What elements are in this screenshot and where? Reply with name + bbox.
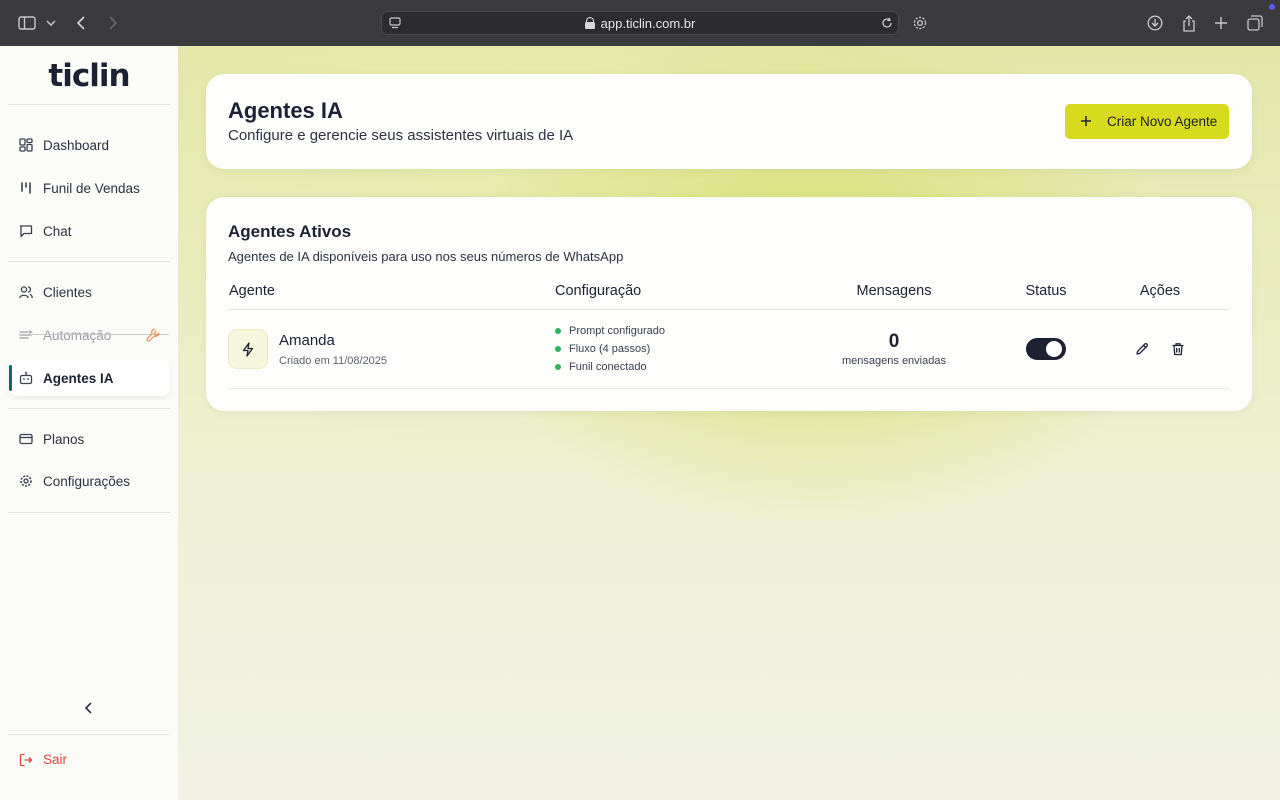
- page-title: Agentes IA: [228, 98, 343, 123]
- collapse-sidebar-icon[interactable]: [79, 698, 99, 718]
- divider: [8, 261, 170, 262]
- bot-icon: [19, 371, 33, 385]
- logo[interactable]: ticlin: [0, 56, 178, 96]
- status-dot: [555, 328, 561, 334]
- sidebar-toggle-icon[interactable]: [16, 0, 38, 46]
- config-label: Funil conectado: [569, 361, 647, 373]
- column-header-acoes: Ações: [1139, 283, 1181, 299]
- sidebar-item-label: Automação: [43, 327, 112, 343]
- sidebar-item-label: Dashboard: [43, 137, 110, 153]
- divider: [8, 104, 170, 105]
- sidebar: ticlin Dashboard Funil de Vendas Chat Cl…: [0, 46, 178, 800]
- config-item: Funil conectado: [555, 361, 647, 373]
- forward-icon[interactable]: [105, 0, 121, 46]
- trash-icon[interactable]: [1171, 342, 1185, 356]
- back-icon[interactable]: [73, 0, 89, 46]
- sidebar-item-label: Funil de Vendas: [43, 180, 140, 196]
- plus-icon: [1081, 116, 1091, 126]
- wrench-icon: [146, 328, 160, 342]
- address-bar[interactable]: app.ticlin.com.br: [381, 11, 899, 35]
- browser-toolbar: app.ticlin.com.br: [0, 0, 1280, 46]
- sidebar-item-label: Configurações: [43, 473, 131, 489]
- lock-icon: [584, 17, 595, 29]
- column-header-status: Status: [1025, 283, 1067, 299]
- config-item: Fluxo (4 passos): [555, 343, 650, 355]
- create-agent-label: Criar Novo Agente: [1107, 114, 1218, 129]
- section-title: Agentes Ativos: [228, 222, 352, 241]
- notification-dot: [1269, 4, 1275, 10]
- section-subtitle: Agentes de IA disponíveis para uso nos s…: [228, 249, 624, 264]
- sidebar-item-label: Agentes IA: [43, 370, 114, 386]
- sidebar-item-label: Chat: [43, 223, 72, 239]
- page-header-card: Agentes IA Configure e gerencie seus ass…: [206, 74, 1252, 169]
- new-tab-icon[interactable]: [1212, 0, 1230, 46]
- users-icon: [19, 286, 33, 299]
- chevron-down-icon[interactable]: [45, 0, 57, 46]
- logout-button[interactable]: Sair: [9, 742, 170, 778]
- sidebar-item-automacao: Automação: [9, 317, 170, 353]
- url-display: app.ticlin.com.br: [382, 12, 898, 34]
- status-dot: [555, 346, 561, 352]
- credit-card-icon: [19, 433, 33, 445]
- config-item: Prompt configurado: [555, 325, 665, 337]
- config-label: Fluxo (4 passos): [569, 343, 651, 355]
- settings-icon: [20, 475, 32, 487]
- sidebar-item-configuracoes[interactable]: Configurações: [9, 463, 170, 499]
- messages-count: 0: [888, 331, 900, 352]
- messages-label: mensagens enviadas: [842, 355, 946, 367]
- agents-card: Agentes Ativos Agentes de IA disponíveis…: [206, 197, 1252, 411]
- main-content: Agentes IA Configure e gerencie seus ass…: [178, 46, 1280, 800]
- sidebar-item-chat[interactable]: Chat: [9, 213, 170, 249]
- automation-icon: [19, 329, 33, 339]
- toggle-knob: [1046, 341, 1062, 357]
- kanban-icon: [21, 182, 31, 194]
- sidebar-item-dashboard[interactable]: Dashboard: [9, 127, 170, 163]
- table-row-divider: [228, 388, 1229, 389]
- edit-icon[interactable]: [1135, 342, 1149, 356]
- column-header-mensagens: Mensagens: [856, 283, 932, 299]
- agent-created-date: Criado em 11/08/2025: [279, 355, 388, 367]
- divider: [8, 408, 170, 409]
- sidebar-item-label: Planos: [43, 431, 85, 447]
- status-dot: [555, 364, 561, 370]
- divider: [8, 512, 170, 513]
- table-header-divider: [228, 309, 1229, 310]
- share-icon[interactable]: [1179, 0, 1199, 46]
- column-header-agente: Agente: [229, 283, 275, 299]
- sidebar-item-agentes-ia[interactable]: Agentes IA: [9, 360, 170, 396]
- download-icon[interactable]: [1145, 0, 1165, 46]
- gear-icon[interactable]: [910, 0, 930, 46]
- logout-label: Sair: [43, 752, 68, 767]
- sidebar-item-clientes[interactable]: Clientes: [9, 274, 170, 310]
- dashboard-icon: [19, 138, 33, 152]
- create-agent-button[interactable]: Criar Novo Agente: [1065, 104, 1229, 139]
- divider: [8, 734, 170, 735]
- config-label: Prompt configurado: [569, 325, 665, 337]
- agent-name: Amanda: [279, 332, 335, 349]
- lightning-icon: [242, 342, 254, 357]
- sidebar-item-funil-de-vendas[interactable]: Funil de Vendas: [9, 170, 170, 206]
- reload-icon[interactable]: [880, 12, 894, 34]
- agent-avatar: [228, 329, 268, 369]
- logout-icon: [19, 753, 33, 767]
- page-subtitle: Configure e gerencie seus assistentes vi…: [228, 127, 574, 144]
- sidebar-item-label: Clientes: [43, 284, 92, 300]
- tabs-overview-icon[interactable]: [1245, 0, 1265, 46]
- url-text: app.ticlin.com.br: [600, 15, 696, 31]
- column-header-configuracao: Configuração: [555, 283, 642, 299]
- status-toggle[interactable]: [1026, 338, 1066, 360]
- sidebar-item-planos[interactable]: Planos: [9, 421, 170, 457]
- chat-icon: [19, 225, 33, 238]
